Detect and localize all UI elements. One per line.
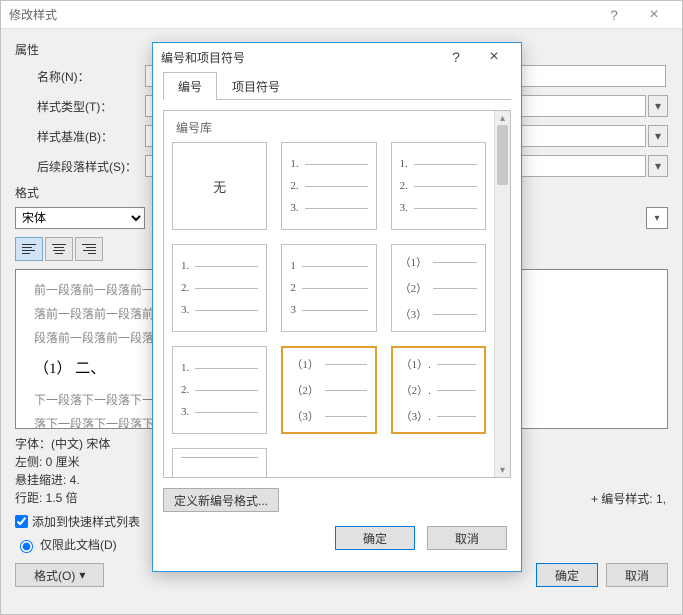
numbering-library: 编号库 无 1. 2. 3. 1. 2. 3. 1. 2. [163, 110, 511, 478]
numbering-none[interactable]: 无 [172, 142, 267, 230]
numbering-grid: 无 1. 2. 3. 1. 2. 3. 1. 2. 3. [172, 142, 486, 477]
only-this-doc-label: 仅限此文档(D) [40, 536, 117, 553]
scroll-thumb[interactable] [497, 125, 508, 185]
following-drop-icon[interactable]: ▾ [648, 155, 668, 177]
child-help-button[interactable]: ? [437, 49, 475, 65]
add-quick-style-checkbox[interactable] [15, 515, 28, 528]
chevron-down-icon: ▾ [79, 568, 85, 582]
tab-bullets[interactable]: 项目符号 [217, 72, 295, 100]
define-new-row: 定义新编号格式... [163, 488, 511, 512]
style-base-drop-icon[interactable]: ▾ [648, 125, 668, 147]
child-ok-button[interactable]: 确定 [335, 526, 415, 550]
help-button[interactable]: ? [594, 7, 634, 23]
style-type-drop-icon[interactable]: ▾ [648, 95, 668, 117]
parent-titlebar: 修改样式 ? × [1, 1, 682, 29]
label-following: 后续段落样式(S)： [15, 158, 145, 175]
child-cancel-button[interactable]: 取消 [427, 526, 507, 550]
tab-numbering[interactable]: 编号 [163, 72, 217, 100]
library-label: 编号库 [176, 119, 486, 136]
align-center-button[interactable] [45, 237, 73, 261]
child-close-button[interactable]: × [475, 48, 513, 66]
numbering-style-3[interactable]: 1. 2. 3. [172, 244, 267, 332]
numbering-style-2[interactable]: 1. 2. 3. [391, 142, 486, 230]
scroll-up-icon[interactable]: ▴ [495, 111, 510, 125]
label-name: 名称(N)： [15, 68, 145, 85]
numbering-bullets-dialog: 编号和项目符号 ? × 编号 项目符号 编号库 无 1. 2. 3. 1. 2. [152, 42, 522, 572]
align-right-button[interactable] [75, 237, 103, 261]
align-left-button[interactable] [15, 237, 43, 261]
define-new-number-format-button[interactable]: 定义新编号格式... [163, 488, 279, 512]
parent-cancel-button[interactable]: 取消 [606, 563, 668, 587]
numbering-style-partial[interactable] [172, 448, 267, 477]
font-family-select[interactable]: 宋体 [15, 207, 145, 229]
label-style-type: 样式类型(T)： [15, 98, 145, 115]
font-size-drop[interactable]: ▾ [646, 207, 668, 229]
child-titlebar: 编号和项目符号 ? × [153, 43, 521, 71]
library-scrollbar[interactable]: ▴ ▾ [494, 111, 510, 477]
parent-title: 修改样式 [9, 6, 594, 23]
numbering-style-6[interactable]: 1. 2. 3. [172, 346, 267, 434]
numbering-style-1[interactable]: 1. 2. 3. [281, 142, 376, 230]
numbering-style-5[interactable]: （1） （2） （3） [391, 244, 486, 332]
scroll-down-icon[interactable]: ▾ [495, 463, 510, 477]
numbering-style-4[interactable]: 1 2 3 [281, 244, 376, 332]
parent-ok-button[interactable]: 确定 [536, 563, 598, 587]
desc-right: + 编号样式: 1, [591, 490, 666, 507]
library-scroll: 编号库 无 1. 2. 3. 1. 2. 3. 1. 2. [164, 111, 494, 477]
child-buttons: 确定 取消 [153, 518, 521, 562]
add-quick-style-label: 添加到快速样式列表 [32, 513, 140, 530]
child-title: 编号和项目符号 [161, 49, 437, 66]
only-this-doc-radio[interactable] [20, 540, 33, 553]
numbering-style-7[interactable]: （1） （2） （3） [281, 346, 376, 434]
format-menu-button[interactable]: 格式(O) ▾ [15, 563, 104, 587]
tabs: 编号 项目符号 [163, 71, 511, 100]
numbering-style-8[interactable]: （1）. （2）. （3）. [391, 346, 486, 434]
close-button[interactable]: × [634, 6, 674, 24]
label-style-base: 样式基准(B)： [15, 128, 145, 145]
